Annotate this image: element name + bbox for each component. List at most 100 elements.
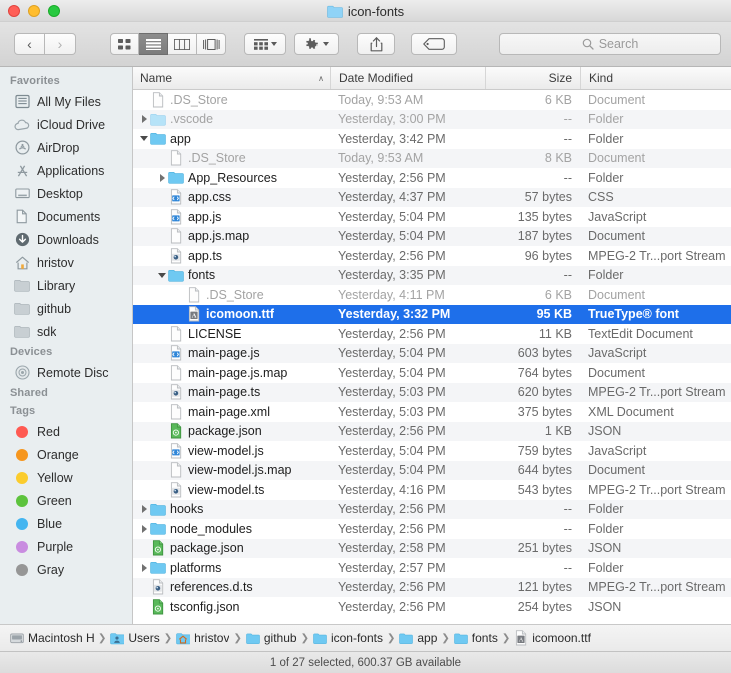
status-bar: 1 of 27 selected, 600.37 GB available xyxy=(0,651,731,673)
cell-date-modified: Yesterday, 2:56 PM xyxy=(338,170,446,185)
table-row[interactable]: app.ts Yesterday, 2:56 PM 96 bytes MPEG-2 T… xyxy=(133,246,731,266)
sidebar-item-purple[interactable]: Purple xyxy=(0,535,132,558)
sidebar-item-sdk[interactable]: sdk xyxy=(0,320,132,343)
path-segment-fonts[interactable]: fonts xyxy=(454,630,498,646)
column-view-button[interactable] xyxy=(168,33,197,55)
disclosure-triangle-closed[interactable] xyxy=(138,563,150,572)
zoom-button[interactable] xyxy=(48,4,60,17)
table-row[interactable]: main-page.js.map Yesterday, 5:04 PM 764 by… xyxy=(133,363,731,383)
harddisk-icon xyxy=(10,630,24,646)
cell-kind: Document xyxy=(588,365,645,380)
sidebar-item-green[interactable]: Green xyxy=(0,489,132,512)
sidebar-item-remote-disc[interactable]: Remote Disc xyxy=(0,361,132,384)
disclosure-triangle-open[interactable] xyxy=(138,136,150,142)
table-row[interactable]: references.d.ts Yesterday, 2:56 PM 121 byt… xyxy=(133,577,731,597)
action-gear-button[interactable] xyxy=(294,33,339,55)
tag-dot xyxy=(14,493,30,509)
table-row[interactable]: App_Resources Yesterday, 2:56 PM -- Folder xyxy=(133,168,731,188)
column-header-size-label: Size xyxy=(548,71,572,85)
table-row[interactable]: .DS_Store Yesterday, 4:11 PM 6 KB Document xyxy=(133,285,731,305)
sidebar-item-orange[interactable]: Orange xyxy=(0,443,132,466)
close-button[interactable] xyxy=(8,4,20,17)
sidebar-item-icloud-drive[interactable]: iCloud Drive xyxy=(0,113,132,136)
back-button[interactable]: ‹ xyxy=(14,33,45,55)
coverflow-view-button[interactable] xyxy=(197,33,226,55)
table-row[interactable]: package.json Yesterday, 2:58 PM 251 bytes J… xyxy=(133,538,731,558)
document-icon xyxy=(170,365,182,381)
sidebar-item-all-my-files[interactable]: All My Files xyxy=(0,90,132,113)
json-doc-icon xyxy=(150,599,166,615)
arrange-button[interactable] xyxy=(244,33,286,55)
path-segment-github[interactable]: github xyxy=(246,630,297,646)
sidebar-item-blue[interactable]: Blue xyxy=(0,512,132,535)
document-icon xyxy=(168,365,184,381)
sidebar-item-library[interactable]: Library xyxy=(0,274,132,297)
file-name-label: view-model.js xyxy=(188,443,264,458)
table-row[interactable]: view-model.js.map Yesterday, 5:04 PM 644 b… xyxy=(133,460,731,480)
sidebar-item-desktop[interactable]: Desktop xyxy=(0,182,132,205)
table-row[interactable]: .DS_Store Today, 9:53 AM 6 KB Document xyxy=(133,90,731,110)
applications-icon xyxy=(17,164,27,177)
sidebar-item-gray[interactable]: Gray xyxy=(0,558,132,581)
gear-icon xyxy=(306,37,318,49)
path-segment-app[interactable]: app xyxy=(399,630,437,646)
table-row[interactable]: app Yesterday, 3:42 PM -- Folder xyxy=(133,129,731,149)
disclosure-triangle-closed[interactable] xyxy=(156,173,168,182)
table-row[interactable]: hooks Yesterday, 2:56 PM -- Folder xyxy=(133,499,731,519)
path-segment-label: app xyxy=(417,631,438,645)
search-field[interactable]: Search xyxy=(499,33,721,55)
minimize-button[interactable] xyxy=(28,4,40,17)
sidebar-item-documents[interactable]: Documents xyxy=(0,205,132,228)
cell-name: fonts xyxy=(133,267,330,283)
table-row[interactable]: node_modules Yesterday, 2:56 PM -- Folder xyxy=(133,519,731,539)
table-row[interactable]: app.js.map Yesterday, 5:04 PM 187 bytes Doc… xyxy=(133,226,731,246)
path-segment-users[interactable]: Users xyxy=(110,630,160,646)
disclosure-triangle-closed[interactable] xyxy=(138,524,150,533)
sidebar-item-yellow[interactable]: Yellow xyxy=(0,466,132,489)
tags-button[interactable] xyxy=(411,33,457,55)
file-name-label: references.d.ts xyxy=(170,580,253,595)
sidebar-item-label: Yellow xyxy=(37,470,73,485)
table-row[interactable]: Aicomoon.ttf Yesterday, 3:32 PM 95 KB TrueT… xyxy=(133,304,731,324)
cell-date-modified: Yesterday, 3:32 PM xyxy=(338,307,451,322)
search-placeholder: Search xyxy=(598,37,639,51)
sidebar-item-airdrop[interactable]: AirDrop xyxy=(0,136,132,159)
path-segment-icomoon-ttf[interactable]: Aicomoon.ttf xyxy=(514,630,591,646)
share-button[interactable] xyxy=(357,33,395,55)
table-row[interactable]: view-model.js Yesterday, 5:04 PM 759 bytes… xyxy=(133,441,731,461)
table-row[interactable]: platforms Yesterday, 2:57 PM -- Folder xyxy=(133,558,731,578)
search-icon xyxy=(582,38,594,50)
column-header-size[interactable]: Size xyxy=(485,67,580,89)
tag-dot xyxy=(14,470,30,486)
disclosure-triangle-closed[interactable] xyxy=(138,115,150,124)
table-row[interactable]: app.js Yesterday, 5:04 PM 135 bytes JavaScr… xyxy=(133,207,731,227)
table-row[interactable]: .DS_Store Today, 9:53 AM 8 KB Document xyxy=(133,148,731,168)
column-header-name[interactable]: Name ∧ xyxy=(133,67,330,89)
sidebar-item-github[interactable]: github xyxy=(0,297,132,320)
sidebar-item-downloads[interactable]: Downloads xyxy=(0,228,132,251)
table-row[interactable]: .vscode Yesterday, 3:00 PM -- Folder xyxy=(133,109,731,129)
table-row[interactable]: view-model.ts Yesterday, 4:16 PM 543 bytes… xyxy=(133,480,731,500)
disclosure-triangle-open[interactable] xyxy=(156,272,168,278)
table-row[interactable]: fonts Yesterday, 3:35 PM -- Folder xyxy=(133,265,731,285)
sidebar-item-red[interactable]: Red xyxy=(0,420,132,443)
table-row[interactable]: app.css Yesterday, 4:37 PM 57 bytes CSS xyxy=(133,187,731,207)
path-segment-macintosh-hd[interactable]: Macintosh HD xyxy=(10,630,94,646)
column-header-kind[interactable]: Kind xyxy=(580,67,731,89)
forward-button[interactable]: › xyxy=(45,33,76,55)
sidebar-item-applications[interactable]: Applications xyxy=(0,159,132,182)
disclosure-triangle-closed[interactable] xyxy=(138,505,150,514)
path-segment-icon-fonts[interactable]: icon-fonts xyxy=(313,630,383,646)
table-row[interactable]: main-page.js Yesterday, 5:04 PM 603 bytes J… xyxy=(133,343,731,363)
list-view-button[interactable] xyxy=(139,33,168,55)
table-row[interactable]: package.json Yesterday, 2:56 PM 1 KB JSON xyxy=(133,421,731,441)
table-row[interactable]: tsconfig.json Yesterday, 2:56 PM 254 bytes… xyxy=(133,597,731,617)
cell-name: main-page.xml xyxy=(133,404,330,420)
column-header-date-modified[interactable]: Date Modified xyxy=(330,67,485,89)
table-row[interactable]: main-page.ts Yesterday, 5:03 PM 620 bytes M… xyxy=(133,382,731,402)
path-segment-hristov[interactable]: hristov xyxy=(176,630,229,646)
table-row[interactable]: main-page.xml Yesterday, 5:03 PM 375 bytes… xyxy=(133,402,731,422)
icon-view-button[interactable] xyxy=(110,33,139,55)
table-row[interactable]: LICENSE Yesterday, 2:56 PM 11 KB TextEdit D… xyxy=(133,324,731,344)
sidebar-item-hristov[interactable]: hristov xyxy=(0,251,132,274)
